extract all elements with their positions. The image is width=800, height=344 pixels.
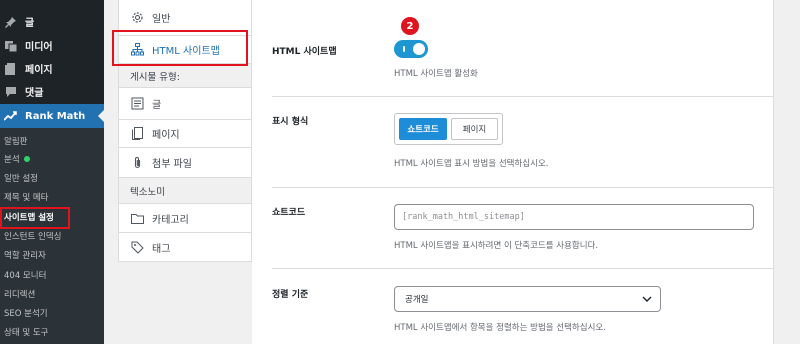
submenu-item-titles-meta[interactable]: 제목 및 메타 <box>4 187 49 207</box>
submenu-label: 리디렉션 <box>4 290 36 300</box>
submenu-item-seo-analyzer[interactable]: SEO 분석기 <box>4 303 48 323</box>
submenu-item-general-settings[interactable]: 일반 설정 <box>4 168 38 188</box>
status-dot <box>23 156 30 162</box>
submenu-label: 404 모니터 <box>4 271 47 281</box>
nav-label: 페이지 <box>152 130 180 141</box>
menu-item-rank-math[interactable]: Rank Math <box>0 104 104 128</box>
display-format-desc: HTML 사이트맵 표시 방법을 선택하십시오. <box>394 159 549 169</box>
nav-item-tags[interactable]: 태그 <box>119 233 251 261</box>
nav-label: 글 <box>152 100 162 111</box>
page-icon <box>130 127 144 141</box>
html-sitemap-highlight <box>112 30 248 66</box>
rank-math-submenu: 알림판 분석 일반 설정 제목 및 메타 사이트맵 설정 인스턴트 인덱싱 역할… <box>0 128 104 344</box>
folder-icon <box>130 211 144 225</box>
page-background <box>774 0 800 344</box>
select-value: 공개일 <box>405 295 429 305</box>
menu-item-label: 댓글 <box>25 88 44 99</box>
settings-panel: 2 HTML 사이트맵 HTML 사이트맵 활성화 표시 형식 쇼트코드 페이지… <box>252 0 774 344</box>
submenu-item-dashboard[interactable]: 알림판 <box>4 131 27 151</box>
menu-item-posts[interactable]: 글 <box>0 10 104 33</box>
sort-by-desc: HTML 사이트맵에서 항목을 정렬하는 방법을 선택하십시오. <box>394 323 606 333</box>
nav-item-categories[interactable]: 카테고리 <box>119 204 251 233</box>
section-label: 게시물 유형: <box>130 71 180 83</box>
submenu-label: 인스턴트 인덱싱 <box>4 232 62 242</box>
submenu-item-analytics[interactable]: 분석 <box>4 149 30 169</box>
divider <box>272 268 774 269</box>
submenu-label: 역할 관리자 <box>4 251 46 261</box>
nav-label: 첨부 파일 <box>152 159 192 170</box>
shortcode-desc: HTML 사이트맵을 표시하려면 이 단축코드를 사용합니다. <box>394 241 599 251</box>
display-format-label: 표시 형식 <box>272 117 309 127</box>
toggle-knob <box>413 43 425 55</box>
step-badge: 2 <box>401 17 419 35</box>
nav-section-taxonomies: 텍소노미 <box>119 178 251 204</box>
nav-label: 카테고리 <box>152 214 189 226</box>
menu-item-label: 미디어 <box>25 42 53 53</box>
active-arrow <box>98 110 104 122</box>
html-sitemap-label: HTML 사이트맵 <box>272 47 337 57</box>
submenu-label: 일반 설정 <box>4 174 38 184</box>
submenu-label: SEO 분석기 <box>4 309 48 319</box>
submenu-label: 분석 <box>4 155 20 165</box>
sort-by-label: 정렬 기준 <box>272 290 309 300</box>
menu-item-label: Rank Math <box>25 110 86 122</box>
submenu-item-instant-indexing[interactable]: 인스턴트 인덱싱 <box>4 226 61 246</box>
nav-label: 일반 <box>152 14 171 25</box>
nav-section-post-types: 게시물 유형: <box>119 64 251 88</box>
page-icon <box>4 62 18 76</box>
submenu-item-status-tools[interactable]: 상태 및 도구 <box>4 322 49 342</box>
chevron-down-icon <box>642 296 652 302</box>
tag-icon <box>130 240 144 254</box>
pin-icon <box>4 15 18 29</box>
section-label: 텍소노미 <box>130 186 165 198</box>
rank-math-icon <box>4 109 18 123</box>
submenu-item-role-manager[interactable]: 역할 관리자 <box>4 245 46 265</box>
sitemap-settings-highlight <box>0 207 70 229</box>
submenu-label: 제목 및 메타 <box>4 193 49 203</box>
menu-item-label: 페이지 <box>25 65 53 76</box>
divider <box>272 96 774 97</box>
admin-sidebar: 글 미디어 페이지 댓글 Rank Math 알림판 분석 일반 설정 제목 및… <box>0 0 104 344</box>
gear-icon <box>130 11 144 25</box>
display-format-toggle: 쇼트코드 페이지 <box>394 113 503 145</box>
format-option-page[interactable]: 페이지 <box>451 118 498 140</box>
html-sitemap-desc: HTML 사이트맵 활성화 <box>394 69 478 79</box>
format-option-shortcode[interactable]: 쇼트코드 <box>399 118 447 140</box>
html-sitemap-toggle[interactable] <box>394 40 428 58</box>
nav-label: 태그 <box>152 243 171 255</box>
submenu-label: 알림판 <box>4 137 28 147</box>
menu-item-media[interactable]: 미디어 <box>0 34 104 57</box>
submenu-label: 상태 및 도구 <box>4 328 49 338</box>
nav-item-posts[interactable]: 글 <box>119 88 251 120</box>
toggle-on-indicator <box>403 46 405 52</box>
shortcode-input[interactable]: [rank_math_html_sitemap] <box>394 204 754 230</box>
divider <box>272 187 774 188</box>
shortcode-label: 쇼트코드 <box>272 208 306 218</box>
nav-item-attachments[interactable]: 첨부 파일 <box>119 148 251 178</box>
menu-item-label: 글 <box>25 18 35 29</box>
submenu-item-redirections[interactable]: 리디렉션 <box>4 284 35 304</box>
menu-item-comments[interactable]: 댓글 <box>0 80 104 103</box>
paperclip-icon <box>130 156 144 170</box>
submenu-item-404-monitor[interactable]: 404 모니터 <box>4 265 46 285</box>
post-icon <box>130 97 144 111</box>
sort-by-select[interactable]: 공개일 <box>394 286 661 312</box>
media-icon <box>4 39 18 53</box>
comment-icon <box>4 85 18 99</box>
menu-item-pages[interactable]: 페이지 <box>0 57 104 80</box>
nav-item-pages[interactable]: 페이지 <box>119 120 251 148</box>
